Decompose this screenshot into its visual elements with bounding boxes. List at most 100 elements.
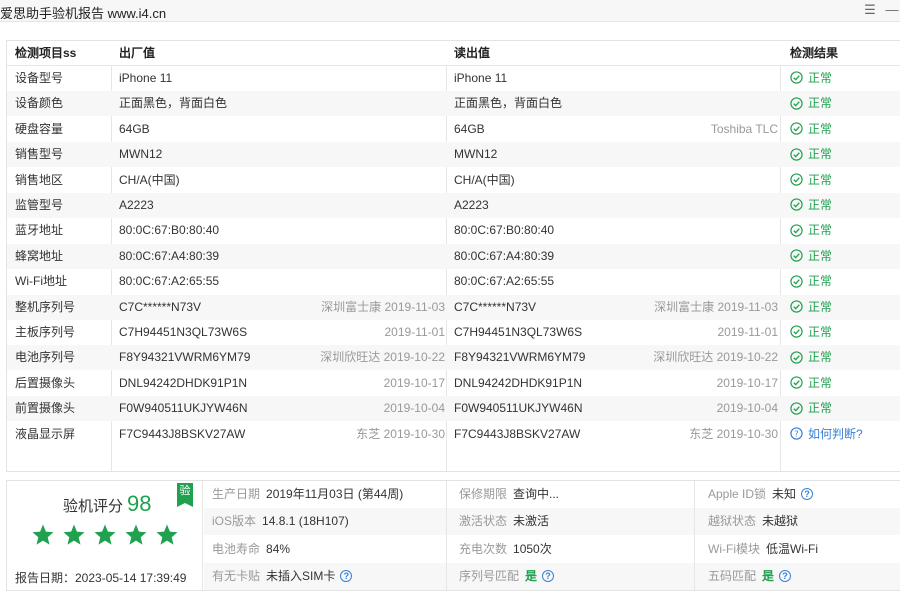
factory-value: 80:0C:67:A4:80:39 [119,248,220,263]
result-ok: 正常 [790,66,832,91]
check-circle-icon [790,274,803,288]
result-text: 如何判断? [808,426,863,441]
row-item-label: 设备颜色 [15,96,64,111]
star-icon [63,524,85,545]
row-item-label: 后置摄像头 [15,375,76,390]
minimize-icon[interactable]: — [884,1,900,19]
table-row: 前置摄像头 F0W940511UKJYW46N 2019-10-04 F0W94051… [7,396,900,422]
read-value: 正面黑色，背面白色 [454,96,563,111]
read-value: DNL94242DHDK91P1N [454,375,583,390]
star-icon [32,524,54,545]
info-cell: 保修期限 查询中... [459,481,559,508]
check-circle-icon [790,300,803,313]
info-value: 1050次 [513,541,552,556]
read-extra: 深圳欣旺达 2019-10-22 [653,350,778,365]
header-read: 读出值 [454,46,491,60]
info-value: 未激活 [513,514,550,529]
header-item: 检测项目ss [15,46,77,60]
info-cell: 激活状态 未激活 [459,508,549,535]
result-text: 正常 [808,274,833,289]
read-extra: 2019-10-17 [716,375,778,390]
result-text: 正常 [808,96,833,111]
window-title: 爱思助手验机报告 www.i4.cn [0,6,167,21]
info-row: 电池寿命 84% 充电次数 1050次 Wi-Fi模块 低温Wi-Fi [204,536,900,563]
check-circle-icon [790,198,803,212]
info-divider [446,481,447,590]
result-text: 正常 [808,71,833,85]
result-text: 正常 [808,325,833,339]
row-item-label: 监管型号 [15,198,64,212]
device-info-grid: 有无卡贴 未插入SIM卡? 序列号匹配是? 五码匹配是? 电池寿命 84% 充电次数 1050… [204,481,900,590]
check-circle-icon [790,173,803,186]
check-circle-icon [790,351,803,364]
result-text: 正常 [808,198,833,212]
row-item-label: Wi-Fi地址 [15,274,67,289]
info-value: 未知 [772,487,797,501]
factory-value: 64GB [119,121,150,136]
read-value: 80:0C:67:A2:65:55 [454,274,555,289]
table-row: 监管型号 A2223 A2223 正常 [7,193,900,218]
row-item-label: 设备型号 [15,71,64,85]
check-circle-icon [790,376,803,389]
result-ok: 正常 [790,320,832,345]
result-text: 正常 [808,299,833,314]
help-icon[interactable]: ? [542,569,555,582]
help-icon[interactable]: ? [779,569,792,582]
check-circle-icon [790,325,803,339]
info-value: 未插入SIM卡 [266,568,336,583]
read-value: 64GB [454,121,485,136]
info-cell: 充电次数 1050次 [459,536,552,563]
how-to-judge-link[interactable]: ? 如何判断? [790,422,863,447]
help-icon[interactable]: ? [340,569,353,582]
row-item-label: 蜂窝地址 [15,248,64,263]
factory-value: MWN12 [119,147,163,162]
help-icon[interactable]: ? [801,487,814,500]
read-value: iPhone 11 [454,71,508,85]
factory-value: F7C9443J8BSKV27AW [119,426,246,441]
report-date: 报告日期：2023-05-14 17:39:49 [15,571,187,585]
factory-extra: 深圳欣旺达 2019-10-22 [320,350,445,365]
header-result: 检测结果 [790,46,839,60]
table-row: 硬盘容量 64GB 64GB Toshiba TLC 正常 [7,117,900,142]
result-ok: 正常 [790,244,832,269]
info-label: 五码匹配 [708,568,757,583]
factory-value: 80:0C:67:A2:65:55 [119,274,220,289]
read-value: MWN12 [454,147,498,162]
info-cell: 有无卡贴 未插入SIM卡? [212,563,353,590]
check-circle-icon [790,71,803,85]
factory-extra: 东芝 2019-10-30 [356,426,445,441]
info-cell: 越狱状态 未越狱 [708,508,798,535]
result-ok: 正常 [790,295,832,320]
read-extra: Toshiba TLC [710,121,778,136]
info-label: 电池寿命 [212,541,261,556]
table-row: 蓝牙地址 80:0C:67:B0:80:40 80:0C:67:B0:80:40 正常 [7,218,900,243]
read-value: 80:0C:67:A4:80:39 [454,248,555,263]
info-label: 激活状态 [459,514,508,529]
row-item-label: 主板序列号 [15,325,76,339]
menu-icon[interactable]: ☰ [862,1,878,19]
info-label: 保修期限 [459,487,508,501]
info-label: Apple ID锁 [708,487,767,501]
factory-value: CH/A(中国) [119,172,180,187]
info-cell: 电池寿命 84% [212,536,290,563]
factory-extra: 深圳富士康 2019-11-03 [321,299,445,314]
inspection-table: 检测项目ss 出厂值 读出值 检测结果 设备型号 iPhone 11 iPhone … [6,40,900,472]
result-ok: 正常 [790,396,832,421]
verified-badge: 验 [177,483,193,507]
info-value: 2019年11月03日 (第44周) [266,487,404,501]
read-value: 80:0C:67:B0:80:40 [454,223,555,238]
result-ok: 正常 [790,345,832,370]
summary-panel: 验机评分 98 验 报告日期：2023-05-14 17:39:49 有无卡贴 未插… [6,480,900,591]
result-ok: 正常 [790,142,832,167]
row-item-label: 前置摄像头 [15,401,76,416]
row-item-label: 整机序列号 [15,299,76,314]
factory-extra: 2019-10-17 [383,375,445,390]
info-row: 有无卡贴 未插入SIM卡? 序列号匹配是? 五码匹配是? [204,562,900,590]
result-text: 正常 [808,172,833,187]
table-row: 液晶显示屏 F7C9443J8BSKV27AW 东芝 2019-10-30 F7C94… [7,422,900,447]
score-line: 验机评分 98 [63,491,152,517]
result-ok: 正常 [790,117,832,142]
read-extra: 深圳富士康 2019-11-03 [654,299,778,314]
result-text: 正常 [808,375,833,390]
result-ok: 正常 [790,168,832,193]
